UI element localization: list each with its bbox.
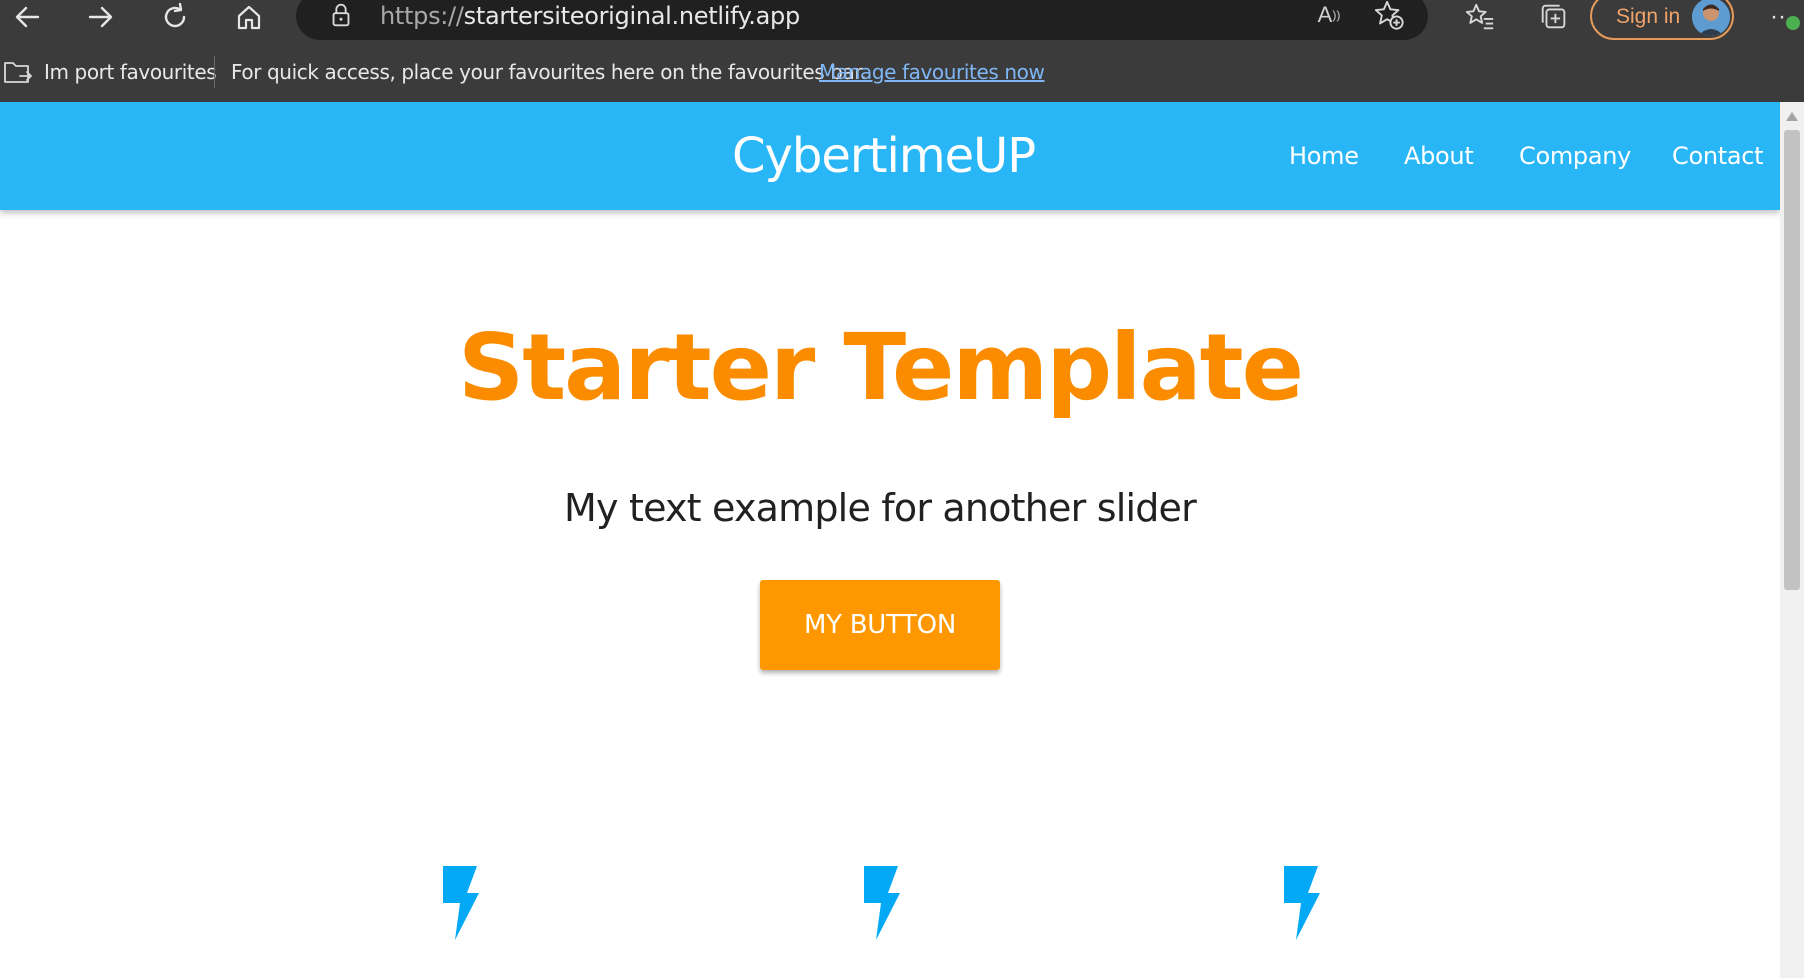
divider [214,56,215,88]
home-button[interactable] [222,0,276,34]
favourites-bar: Im port favourites For quick access, pla… [0,48,1804,102]
nav-link-home[interactable]: Home [1289,142,1359,170]
address-bar[interactable]: https://startersiteoriginal.netlify.app … [296,0,1428,40]
sign-in-button[interactable]: Sign in [1590,0,1734,40]
flash-icon [864,866,900,940]
favourites-icon[interactable] [1458,0,1502,34]
back-button[interactable] [0,0,54,34]
read-aloud-icon[interactable]: A)) [1314,0,1344,30]
import-favourites-icon[interactable] [2,58,34,88]
avatar [1692,0,1730,36]
flash-icon [443,866,479,940]
hero-cta-button[interactable]: MY BUTTON [760,580,1000,670]
nav-link-contact[interactable]: Contact [1672,142,1764,170]
refresh-icon [164,2,186,28]
hero-title: Starter Template [457,314,1304,421]
browser-toolbar: https://startersiteoriginal.netlify.app … [0,0,1804,102]
settings-more-button[interactable]: ··· [1760,0,1804,34]
hero-subtitle: My text example for another slider [564,486,1197,530]
add-favourite-icon[interactable] [1372,0,1406,32]
forward-button[interactable] [74,0,128,34]
lock-icon[interactable] [326,0,356,30]
import-favourites-button[interactable]: Im port favourites [44,60,217,84]
nav-link-about[interactable]: About [1404,142,1474,170]
update-badge [1784,14,1802,32]
brand-logo[interactable]: CybertimeUP [732,128,1036,184]
url-text: https://startersiteoriginal.netlify.app [380,2,800,30]
manage-favourites-link[interactable]: Manage favourites now [819,60,1045,84]
home-icon [237,5,261,30]
scrollbar-thumb[interactable] [1784,130,1800,590]
page-viewport: CybertimeUP Home About Company Contact S… [0,102,1804,978]
favourites-bar-message: For quick access, place your favourites … [231,60,867,84]
forward-arrow-icon [88,6,113,28]
scroll-up-arrow-icon[interactable] [1786,112,1798,121]
collections-icon[interactable] [1532,0,1576,34]
site-navbar: CybertimeUP Home About Company Contact [0,102,1780,210]
vertical-scrollbar[interactable] [1780,102,1804,978]
back-arrow-icon [15,6,40,28]
refresh-button[interactable] [148,0,202,34]
nav-link-company[interactable]: Company [1519,142,1631,170]
flash-icon [1284,866,1320,940]
